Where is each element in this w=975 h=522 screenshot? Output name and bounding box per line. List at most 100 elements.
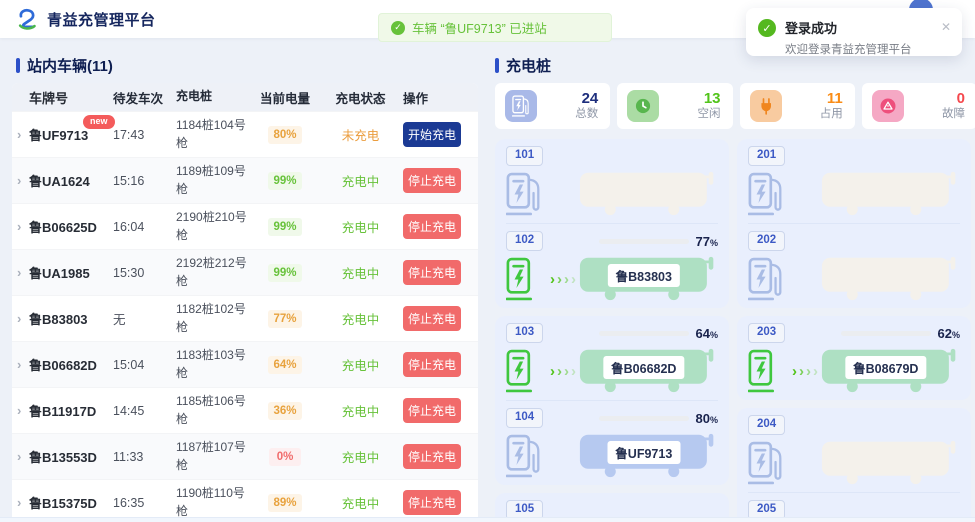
notification-message: 欢迎登录青益充管理平台	[785, 41, 912, 57]
charge-status: 充电中	[318, 493, 403, 512]
stat-total: 24总数	[495, 83, 610, 129]
toast-message: 车辆 “鲁UF9713” 已进站	[412, 18, 547, 37]
table-row[interactable]: › 鲁B15375D 16:35 1190桩110号枪 89% 充电中 停止充电	[12, 479, 478, 522]
pile-name: 1185桩106号枪	[176, 393, 252, 428]
charger-idle-icon	[506, 434, 544, 478]
horizontal-scrollbar-track[interactable]	[0, 517, 975, 522]
vehicle-plate: 鲁B06682D	[29, 355, 113, 374]
charge-progress: 64%	[599, 326, 718, 341]
charge-status: 未充电	[318, 125, 403, 144]
expand-row-icon[interactable]: ›	[12, 495, 29, 510]
stop-charge-button[interactable]: 停止充电	[403, 490, 461, 515]
stop-charge-button[interactable]: 停止充电	[403, 352, 461, 377]
notification-title: 登录成功	[785, 18, 912, 37]
pile-104: 104 80% 鲁UF9713	[506, 400, 718, 485]
expand-row-icon[interactable]: ›	[12, 311, 29, 326]
charger-charging-icon	[506, 257, 544, 301]
expand-row-icon[interactable]: ›	[12, 265, 29, 280]
pile-group: 101 102 77%	[495, 139, 729, 308]
expand-row-icon[interactable]: ›	[12, 219, 29, 234]
success-check-icon: ✓	[391, 21, 405, 35]
table-row[interactable]: › 鲁UF9713new 17:43 1184桩104号枪 80% 未充电 开始…	[12, 111, 478, 157]
stop-charge-button[interactable]: 停止充电	[403, 260, 461, 285]
bus-occupied: 鲁UF9713	[578, 432, 718, 478]
battery-badge: 99%	[268, 218, 301, 236]
pile-name: 1187桩107号枪	[176, 439, 252, 474]
expand-row-icon[interactable]: ›	[12, 449, 29, 464]
table-row[interactable]: › 鲁B11917D 14:45 1185桩106号枪 36% 充电中 停止充电	[12, 387, 478, 433]
next-trip-time: 14:45	[113, 404, 176, 418]
bus-charging: 鲁B83803	[578, 255, 718, 301]
battery-badge: 80%	[268, 126, 301, 144]
new-badge: new	[83, 115, 115, 129]
vehicle-plate: 鲁B13553D	[29, 447, 113, 466]
license-plate: 鲁B08679D	[845, 356, 926, 379]
vehicle-plate: 鲁B11917D	[29, 401, 113, 420]
pile-103: 103 64% ›››› 鲁B06682D	[506, 316, 718, 400]
pile-id-badge: 201	[748, 146, 785, 165]
next-trip-time: 16:04	[113, 220, 176, 234]
app-logo-icon	[16, 8, 39, 31]
next-trip-time: 16:35	[113, 496, 176, 510]
pile-203: 203 62% ›››› 鲁B08679D	[748, 316, 960, 400]
expand-row-icon[interactable]: ›	[12, 127, 29, 142]
stop-charge-button[interactable]: 停止充电	[403, 168, 461, 193]
pile-101: 101	[506, 139, 718, 223]
pile-name: 1189桩109号枪	[176, 163, 252, 198]
vehicles-panel: 站内车辆(11) 车牌号 待发车次 充电桩 当前电量 充电状态 操作 › 鲁UF…	[12, 46, 478, 522]
pile-stats: 24总数 13空闲 11占用 0故障	[495, 83, 975, 129]
pile-name: 1183桩103号枪	[176, 347, 252, 382]
expand-row-icon[interactable]: ›	[12, 173, 29, 188]
table-row[interactable]: › 鲁B06682D 15:04 1183桩103号枪 64% 充电中 停止充电	[12, 341, 478, 387]
bus-ghost	[820, 255, 960, 301]
start-charge-button[interactable]: 开始充电	[403, 122, 461, 147]
pile-group: 203 62% ›››› 鲁B08679D	[737, 316, 971, 400]
charge-status: 充电中	[318, 309, 403, 328]
vehicle-plate: 鲁UA1985	[29, 263, 113, 282]
pile-name: 2190桩210号枪	[176, 209, 252, 244]
close-icon[interactable]: ✕	[941, 21, 951, 33]
pile-id-badge: 203	[748, 323, 785, 342]
battery-badge: 99%	[268, 264, 301, 282]
license-plate: 鲁UF9713	[607, 441, 680, 464]
stop-charge-button[interactable]: 停止充电	[403, 214, 461, 239]
table-row[interactable]: › 鲁UA1624 15:16 1189桩109号枪 99% 充电中 停止充电	[12, 157, 478, 203]
battery-badge: 89%	[268, 494, 301, 512]
pile-column-1: 101 102 77%	[495, 139, 729, 522]
battery-badge: 64%	[268, 356, 301, 374]
pile-group: 204 205	[737, 408, 971, 522]
next-trip-time: 无	[113, 309, 176, 328]
charger-icon	[505, 90, 537, 122]
pile-id-badge: 104	[506, 408, 543, 427]
plug-icon	[750, 90, 782, 122]
vehicle-plate: 鲁B83803	[29, 309, 113, 328]
license-plate: 鲁B06682D	[603, 356, 684, 379]
charger-idle-icon	[506, 172, 544, 216]
vehicles-section-title: 站内车辆(11)	[16, 56, 478, 74]
table-row[interactable]: › 鲁B06625D 16:04 2190桩210号枪 99% 充电中 停止充电	[12, 203, 478, 249]
table-row[interactable]: › 鲁UA1985 15:30 2192桩212号枪 99% 充电中 停止充电	[12, 249, 478, 295]
next-trip-time: 11:33	[113, 450, 176, 464]
bus-ghost	[820, 439, 960, 485]
clock-icon	[627, 90, 659, 122]
table-row[interactable]: › 鲁B83803 无 1182桩102号枪 77% 充电中 停止充电	[12, 295, 478, 341]
table-row[interactable]: › 鲁B13553D 11:33 1187桩107号枪 0% 充电中 停止充电	[12, 433, 478, 479]
vehicles-table: 车牌号 待发车次 充电桩 当前电量 充电状态 操作 › 鲁UF9713new 1…	[12, 83, 478, 522]
bus-ghost	[820, 170, 960, 216]
pile-name: 1190桩110号枪	[176, 485, 252, 520]
pile-group: 201 202	[737, 139, 971, 308]
table-header-row: 车牌号 待发车次 充电桩 当前电量 充电状态 操作	[12, 83, 478, 111]
charge-progress: 77%	[599, 234, 718, 249]
stop-charge-button[interactable]: 停止充电	[403, 306, 461, 331]
pile-102: 102 77% ›››› 鲁B83803	[506, 223, 718, 308]
expand-row-icon[interactable]: ›	[12, 403, 29, 418]
stat-occupied: 11占用	[740, 83, 855, 129]
stop-charge-button[interactable]: 停止充电	[403, 444, 461, 469]
pile-id-badge: 202	[748, 231, 785, 250]
expand-row-icon[interactable]: ›	[12, 357, 29, 372]
battery-badge: 0%	[269, 448, 301, 466]
stop-charge-button[interactable]: 停止充电	[403, 398, 461, 423]
pile-201: 201	[748, 139, 960, 223]
stat-idle: 13空闲	[617, 83, 732, 129]
license-plate: 鲁B83803	[608, 264, 680, 287]
